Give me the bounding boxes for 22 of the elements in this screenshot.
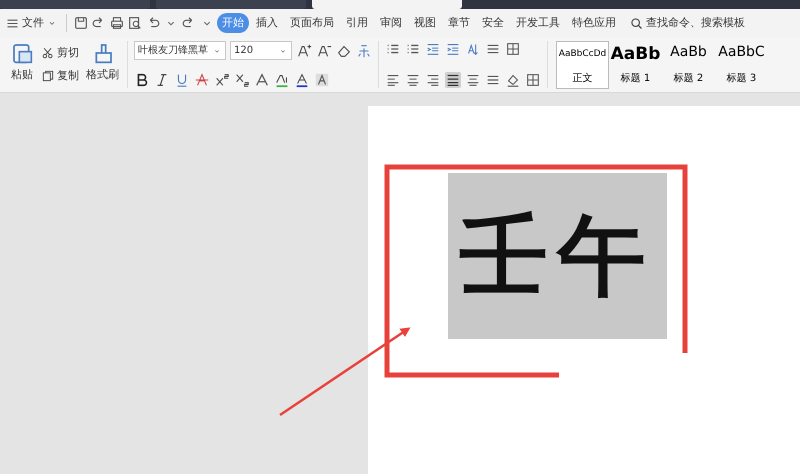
file-menu[interactable]: 文件 bbox=[3, 14, 60, 32]
paste-button[interactable]: 粘贴 bbox=[8, 41, 36, 88]
cut-button[interactable]: 剪切 bbox=[39, 44, 81, 61]
ribbon-tab[interactable]: 审阅 bbox=[375, 12, 407, 34]
ribbon-tab[interactable]: 章节 bbox=[443, 12, 475, 34]
style-preset[interactable]: AaBbCcDd 正文 bbox=[556, 41, 609, 89]
style-preset[interactable]: AaBbC 标题 3 bbox=[715, 41, 768, 89]
style-preset[interactable]: AaBb 标题 2 bbox=[662, 41, 715, 89]
format-painter-button[interactable]: 格式刷 bbox=[84, 41, 121, 88]
font-name-field[interactable]: 叶根友刀锋黑草 bbox=[134, 41, 226, 60]
document-text: 壬午 bbox=[448, 173, 667, 339]
font-size-field[interactable]: 120 bbox=[230, 41, 292, 60]
copy-button[interactable]: 复制 bbox=[39, 68, 81, 84]
ribbon-tab[interactable]: 开发工具 bbox=[511, 12, 565, 34]
ribbon-tab[interactable]: 特色应用 bbox=[567, 12, 621, 34]
ribbon-tab[interactable]: 安全 bbox=[477, 12, 509, 34]
ribbon-tab[interactable]: 视图 bbox=[409, 12, 441, 34]
ribbon-tab[interactable]: 插入 bbox=[251, 12, 283, 34]
command-search[interactable]: 查找命令、搜索模板 bbox=[627, 14, 747, 32]
ribbon-tab[interactable]: 引用 bbox=[341, 12, 373, 34]
style-preset[interactable]: AaBb 标题 1 bbox=[609, 41, 662, 89]
ribbon-tab[interactable]: 页面布局 bbox=[285, 12, 339, 34]
